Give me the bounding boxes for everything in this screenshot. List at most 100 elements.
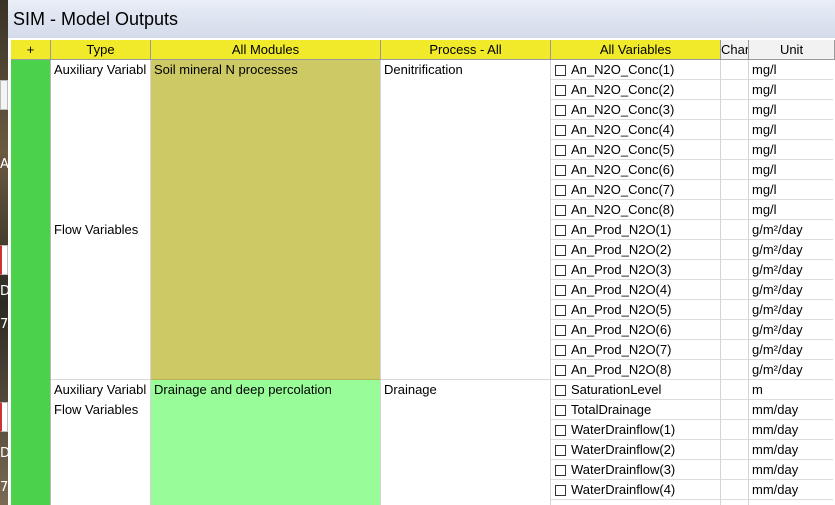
chart-cell[interactable] (721, 100, 749, 120)
desktop-glyph: D (0, 447, 8, 461)
chart-cell[interactable] (721, 380, 749, 400)
module-cell-soil-mineral-n[interactable]: Soil mineral N processes (151, 60, 380, 380)
variable-row[interactable]: WaterDrainflow(4) (551, 480, 721, 500)
unit-cell: mg/l (749, 60, 833, 80)
module-column: Soil mineral N processes Drainage and de… (151, 60, 381, 505)
process-cell[interactable]: Denitrification (381, 60, 550, 380)
chart-cell[interactable] (721, 120, 749, 140)
unit-cell: m (749, 380, 833, 400)
header-type[interactable]: Type (51, 40, 151, 60)
chart-cell[interactable] (721, 180, 749, 200)
chart-cell[interactable] (721, 440, 749, 460)
chart-cell[interactable] (721, 320, 749, 340)
variable-row[interactable]: An_N2O_Conc(2) (551, 80, 721, 100)
unit-column: mg/l mg/l mg/l mg/l mg/l mg/l mg/l mg/l g/m²/day… (749, 60, 835, 505)
variable-row[interactable]: An_Prod_N2O(8) (551, 360, 721, 380)
process-cell[interactable]: Drainage (381, 380, 550, 505)
select-variable-checkbox[interactable] (555, 85, 566, 96)
chart-cell[interactable] (721, 140, 749, 160)
chart-cell[interactable] (721, 220, 749, 240)
chart-cell[interactable] (721, 420, 749, 440)
variable-name: An_N2O_Conc(2) (571, 82, 675, 97)
header-chart[interactable]: Char (721, 40, 749, 60)
select-variable-checkbox[interactable] (555, 65, 566, 76)
chart-cell[interactable] (721, 300, 749, 320)
chart-cell[interactable] (721, 200, 749, 220)
chart-cell[interactable] (721, 260, 749, 280)
variable-row[interactable]: An_Prod_N2O(3) (551, 260, 721, 280)
select-variable-checkbox[interactable] (555, 345, 566, 356)
select-variable-checkbox[interactable] (555, 445, 566, 456)
variable-row[interactable]: An_N2O_Conc(8) (551, 200, 721, 220)
chart-cell[interactable] (721, 480, 749, 500)
type-column: Auxiliary Variabl Flow Variables Auxilia… (51, 60, 151, 505)
select-variable-checkbox[interactable] (555, 105, 566, 116)
variable-row[interactable]: An_N2O_Conc(3) (551, 100, 721, 120)
variable-name: An_N2O_Conc(5) (571, 142, 675, 157)
variable-row[interactable]: WaterDrainflow(2) (551, 440, 721, 460)
select-variable-checkbox[interactable] (555, 225, 566, 236)
select-variable-checkbox[interactable] (555, 125, 566, 136)
variable-row[interactable]: SaturationLevel (551, 380, 721, 400)
unit-cell: g/m²/day (749, 320, 833, 340)
select-variable-checkbox[interactable] (555, 385, 566, 396)
variable-row[interactable]: An_Prod_N2O(2) (551, 240, 721, 260)
variable-row[interactable]: An_Prod_N2O(1) (551, 220, 721, 240)
header-unit[interactable]: Unit (749, 40, 835, 60)
header-process[interactable]: Process - All (381, 40, 551, 60)
variable-name: An_Prod_N2O(6) (571, 322, 672, 337)
variable-name: An_N2O_Conc(7) (571, 182, 675, 197)
expand-all-button[interactable]: + (11, 40, 51, 60)
select-variable-checkbox[interactable] (555, 325, 566, 336)
chart-cell[interactable] (721, 280, 749, 300)
title-bar[interactable]: SIM - Model Outputs (8, 0, 835, 38)
select-variable-checkbox[interactable] (555, 205, 566, 216)
unit-cell: g/m²/day (749, 360, 833, 380)
module-label: Drainage and deep percolation (154, 382, 332, 397)
variable-row[interactable]: An_N2O_Conc(5) (551, 140, 721, 160)
variable-row[interactable]: An_N2O_Conc(4) (551, 120, 721, 140)
chart-cell[interactable] (721, 400, 749, 420)
select-variable-checkbox[interactable] (555, 285, 566, 296)
group-expander[interactable] (11, 60, 51, 505)
chart-cell[interactable] (721, 360, 749, 380)
variable-row[interactable]: An_Prod_N2O(6) (551, 320, 721, 340)
variable-row[interactable]: An_Prod_N2O(7) (551, 340, 721, 360)
select-variable-checkbox[interactable] (555, 405, 566, 416)
select-variable-checkbox[interactable] (555, 465, 566, 476)
variable-row[interactable]: WaterDrainflow(3) (551, 460, 721, 480)
select-variable-checkbox[interactable] (555, 485, 566, 496)
chart-cell[interactable] (721, 240, 749, 260)
select-variable-checkbox[interactable] (555, 165, 566, 176)
select-variable-checkbox[interactable] (555, 185, 566, 196)
variable-row[interactable]: TotalDrainage (551, 400, 721, 420)
select-variable-checkbox[interactable] (555, 265, 566, 276)
desktop-icon (0, 80, 8, 110)
header-all-variables[interactable]: All Variables (551, 40, 721, 60)
variable-row[interactable]: An_N2O_Conc(6) (551, 160, 721, 180)
unit-cell: mg/l (749, 100, 833, 120)
variable-row[interactable]: An_Prod_N2O(5) (551, 300, 721, 320)
unit-cell: mm/day (749, 400, 833, 420)
variable-name: An_Prod_N2O(2) (571, 242, 672, 257)
variable-name: An_Prod_N2O(4) (571, 282, 672, 297)
variable-row[interactable]: An_Prod_N2O(4) (551, 280, 721, 300)
chart-cell[interactable] (721, 60, 749, 80)
select-variable-checkbox[interactable] (555, 425, 566, 436)
variable-row[interactable]: WaterDrainflow(1) (551, 420, 721, 440)
variable-name: An_N2O_Conc(6) (571, 162, 675, 177)
variable-row[interactable]: An_N2O_Conc(7) (551, 180, 721, 200)
chart-cell[interactable] (721, 340, 749, 360)
chart-cell[interactable] (721, 80, 749, 100)
variable-row[interactable]: An_N2O_Conc(1) (551, 60, 721, 80)
chart-cell[interactable] (721, 160, 749, 180)
select-variable-checkbox[interactable] (555, 305, 566, 316)
select-variable-checkbox[interactable] (555, 145, 566, 156)
desktop-glyph: D (0, 285, 8, 299)
select-variable-checkbox[interactable] (555, 365, 566, 376)
unit-cell: mm/day (749, 460, 833, 480)
header-all-modules[interactable]: All Modules (151, 40, 381, 60)
select-variable-checkbox[interactable] (555, 245, 566, 256)
module-cell-drainage[interactable]: Drainage and deep percolation (151, 380, 380, 505)
chart-cell[interactable] (721, 460, 749, 480)
